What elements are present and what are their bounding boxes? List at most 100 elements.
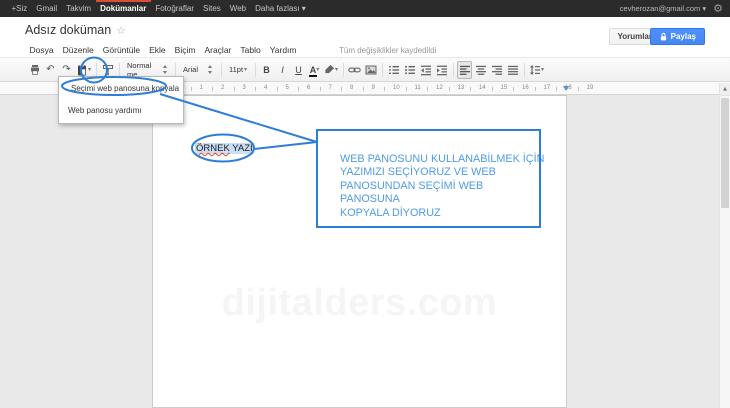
menu-edit[interactable]: Düzenle xyxy=(58,43,98,57)
ruler-number: 17 xyxy=(544,85,551,91)
toolbar-separator xyxy=(524,63,525,77)
numbered-list-button[interactable] xyxy=(386,61,401,79)
selected-document-text[interactable]: ÖRNEK YAZI xyxy=(195,143,254,154)
bold-button[interactable]: B xyxy=(259,61,274,79)
image-icon xyxy=(365,64,377,76)
link-icon xyxy=(348,64,361,76)
ruler-tick xyxy=(535,87,536,91)
topbar-item-plus-you[interactable]: +Siz xyxy=(7,0,32,17)
google-bar: +Siz Gmail Takvim Dokümanlar Fotoğraflar… xyxy=(0,0,730,17)
underline-button[interactable]: U xyxy=(291,61,306,79)
ruler-tick xyxy=(212,87,213,91)
ruler-number: 3 xyxy=(243,85,246,91)
toolbar-separator xyxy=(221,63,222,77)
paint-format-icon xyxy=(102,64,114,76)
menu-item-copy-to-web-clipboard[interactable]: Seçimi web panosuna kopyala xyxy=(59,80,183,96)
toolbar-separator xyxy=(453,63,454,77)
indent-icon xyxy=(436,64,448,76)
vertical-scrollbar[interactable]: ▲ xyxy=(719,83,730,408)
font-dropdown[interactable]: Arial xyxy=(179,61,217,79)
ruler-tick xyxy=(298,87,299,91)
star-icon[interactable]: ☆ xyxy=(116,24,126,37)
toolbar-separator xyxy=(119,63,120,77)
menu-format[interactable]: Biçim xyxy=(170,43,200,57)
ruler-number: 9 xyxy=(372,85,375,91)
justify-button[interactable] xyxy=(505,61,520,79)
ruler-tick xyxy=(513,87,514,91)
updown-icon xyxy=(208,65,213,74)
topbar-item-documents[interactable]: Dokümanlar xyxy=(96,0,151,17)
undo-button[interactable]: ↶ xyxy=(43,61,58,79)
highlight-color-button[interactable]: ▾ xyxy=(323,61,339,79)
ruler-number: 6 xyxy=(307,85,310,91)
menu-file[interactable]: Dosya xyxy=(25,43,58,57)
menu-insert[interactable]: Ekle xyxy=(145,43,171,57)
ruler-tick xyxy=(578,87,579,91)
ruler-number: 19 xyxy=(587,85,594,91)
document-page[interactable]: dijitalders.com ÖRNEK YAZI WEB PANOSUNU … xyxy=(152,95,567,408)
topbar-item-photos[interactable]: Fotoğraflar xyxy=(151,0,199,17)
scrollbar-thumb[interactable] xyxy=(721,98,729,208)
topbar-item-more[interactable]: Daha fazlası ▾ xyxy=(251,0,311,17)
ruler-number: 16 xyxy=(522,85,529,91)
line-spacing-icon xyxy=(529,64,541,76)
ruler-number: 2 xyxy=(221,85,224,91)
align-right-button[interactable] xyxy=(489,61,504,79)
right-indent-marker[interactable] xyxy=(563,86,569,91)
menu-item-web-clipboard-help[interactable]: Web panosu yardımı xyxy=(59,102,183,118)
toolbar-separator xyxy=(343,63,344,77)
ruler-number: 8 xyxy=(350,85,353,91)
align-right-icon xyxy=(491,64,503,76)
chevron-down-icon: ▾ xyxy=(88,67,91,73)
ruler-tick xyxy=(384,87,385,91)
toolbar-separator xyxy=(175,63,176,77)
ruler-tick xyxy=(470,87,471,91)
share-button[interactable]: Paylaş xyxy=(650,28,705,45)
bulleted-list-button[interactable] xyxy=(402,61,417,79)
ruler-tick xyxy=(427,87,428,91)
menu-tools[interactable]: Araçlar xyxy=(200,43,236,57)
font-size-dropdown[interactable]: 11pt▾ xyxy=(225,61,251,79)
document-header: Adsız doküman☆ Dosya Düzenle Görüntüle E… xyxy=(0,17,730,57)
outdent-icon xyxy=(420,64,432,76)
scroll-up-arrow[interactable]: ▲ xyxy=(720,83,730,96)
decrease-indent-button[interactable] xyxy=(418,61,433,79)
text-color-button[interactable]: A▾ xyxy=(307,61,322,79)
insert-link-button[interactable] xyxy=(347,61,362,79)
ruler-number: 13 xyxy=(458,85,465,91)
watermark: dijitalders.com xyxy=(153,282,566,325)
ruler-tick xyxy=(363,87,364,91)
align-left-button[interactable] xyxy=(457,61,472,79)
italic-button[interactable]: I xyxy=(275,61,290,79)
gear-icon[interactable]: ⚙ xyxy=(713,0,723,17)
save-status: Tüm değişiklikler kaydedildi xyxy=(339,46,436,55)
align-center-icon xyxy=(475,64,487,76)
print-button[interactable] xyxy=(27,61,42,79)
topbar-item-web[interactable]: Web xyxy=(225,0,250,17)
account-menu[interactable]: cevherozan@gmail.com ▾ xyxy=(620,4,706,13)
ruler-tick xyxy=(234,87,235,91)
menu-bar: Dosya Düzenle Görüntüle Ekle Biçim Araçl… xyxy=(25,43,436,57)
line-spacing-button[interactable]: ▾ xyxy=(528,61,545,79)
menu-view[interactable]: Görüntüle xyxy=(98,43,144,57)
page-title[interactable]: Adsız doküman☆ xyxy=(25,23,126,37)
chevron-down-icon: ▾ xyxy=(244,67,247,73)
align-left-icon xyxy=(459,64,471,76)
web-clipboard-menu: Seçimi web panosuna kopyala Web panosu y… xyxy=(58,76,184,124)
insert-image-button[interactable] xyxy=(363,61,378,79)
ruler-number: 5 xyxy=(286,85,289,91)
align-center-button[interactable] xyxy=(473,61,488,79)
increase-indent-button[interactable] xyxy=(434,61,449,79)
ruler-tick xyxy=(406,87,407,91)
clipboard-icon xyxy=(76,64,88,76)
topbar-item-calendar[interactable]: Takvim xyxy=(62,0,96,17)
menu-help[interactable]: Yardım xyxy=(265,43,301,57)
chevron-down-icon: ▾ xyxy=(335,67,338,73)
menu-table[interactable]: Tablo xyxy=(236,43,265,57)
highlighter-icon xyxy=(324,64,335,75)
ruler-tick xyxy=(341,87,342,91)
ruler-number: 7 xyxy=(329,85,332,91)
topbar-item-gmail[interactable]: Gmail xyxy=(32,0,62,17)
topbar-item-sites[interactable]: Sites xyxy=(199,0,226,17)
toolbar-separator xyxy=(96,63,97,77)
